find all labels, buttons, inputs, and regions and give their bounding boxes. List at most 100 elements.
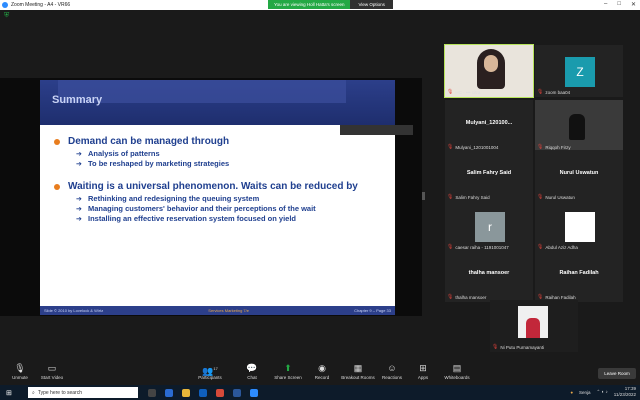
sub-bullet-text: Managing customers' behavior and their p… (88, 204, 316, 213)
viewing-text: You are viewing Holl Hatta's screen (268, 0, 351, 9)
microphone-muted-icon: 🎙 (14, 363, 26, 373)
chat-icon: 💬 (246, 363, 258, 373)
meeting-topbar (0, 10, 640, 22)
whiteboard-icon: ▤ (452, 363, 462, 373)
slide-sub-bullet: ➔ Analysis of patterns (76, 149, 384, 158)
record-button[interactable]: ◉ Record (302, 362, 342, 380)
slide-sub-bullet: ➔ Managing customers' behavior and their … (76, 204, 384, 213)
participant-tile[interactable]: Nurul Uswatun 🎙 Nurul Uswatun (535, 150, 623, 202)
participant-center-name: Salim Fahry Said (466, 170, 512, 176)
participant-tile[interactable]: Z 🎙 zoom baa04 (535, 45, 623, 97)
bullet-dot (54, 139, 60, 145)
bullet-text: Demand can be managed through (68, 136, 230, 147)
participant-video (477, 49, 505, 89)
minimize-button[interactable]: – (604, 1, 607, 8)
zoom-taskbar-icon[interactable] (250, 388, 258, 397)
participant-tile[interactable]: 🎙 Riqqoh Firzy (535, 100, 623, 152)
task-view-icon[interactable] (148, 388, 156, 397)
leave-room-button[interactable]: Leave Room (598, 368, 636, 379)
share-screen-icon: ⬆ (284, 363, 292, 373)
arrow-icon: ➔ (76, 150, 82, 158)
participant-avatar: r (475, 212, 505, 242)
participant-center-name: Nurul Uswatun (559, 170, 599, 176)
slide-bullet: Waiting is a universal phenomenon. Waits… (54, 181, 384, 192)
taskbar-search-input[interactable]: ⌕ Type here to search (28, 387, 138, 398)
arrow-icon: ➔ (76, 195, 82, 203)
viewing-banner: You are viewing Holl Hatta's screen View… (268, 0, 393, 9)
participants-button[interactable]: 👥17 Participants (190, 362, 230, 380)
search-placeholder: Type here to search (37, 389, 83, 396)
maximize-button[interactable]: □ (617, 1, 621, 8)
app-icon[interactable] (233, 388, 241, 397)
slide-footer-left: Slide © 2010 by Lovelock & Wirtz (44, 308, 104, 313)
bullet-text: Waiting is a universal phenomenon. Waits… (68, 181, 358, 192)
tray-icons[interactable]: ⌃ ◐ ♪ (597, 389, 608, 395)
start-video-label: Start Video (40, 375, 64, 380)
participant-tile[interactable]: 🎙 Ni Putu Purnamayanti (490, 300, 578, 352)
arrow-icon: ➔ (76, 160, 82, 168)
chat-button[interactable]: 💬 Chat (232, 362, 272, 380)
participant-tile[interactable]: Raihan Fadilah 🎙 Raihan Fadilah (535, 250, 623, 302)
breakout-rooms-icon: ▦ (353, 363, 363, 373)
clock-date: 11/23/2022 (613, 392, 636, 397)
file-explorer-icon[interactable] (182, 388, 190, 397)
participants-icon: 👥17 (202, 366, 218, 376)
chat-label: Chat (247, 375, 257, 380)
slide-title: Summary (52, 94, 103, 106)
start-video-button[interactable]: ▭ Start Video (32, 362, 72, 380)
participant-tile[interactable]: Salim Fahry Said 🎙 Salim Fahry Said (445, 150, 533, 202)
video-off-icon: ▭ (47, 363, 57, 373)
participant-tile[interactable]: 🎙 Abdul Aziz Adha (535, 200, 623, 252)
weather-label: Senja (579, 389, 591, 395)
apps-label: Apps (417, 375, 429, 380)
panel-splitter[interactable] (422, 192, 425, 200)
slide-bullet: Demand can be managed through (54, 136, 384, 147)
participant-tile[interactable]: 🎙 HC - ••• citra (444, 44, 534, 98)
participant-center-name: Raihan Fadilah (559, 270, 599, 276)
microphone-muted-icon: 🎙 (492, 344, 499, 350)
share-screen-label: Share Screen (274, 375, 302, 380)
whiteboards-label: Whiteboards (444, 375, 470, 380)
participant-center-name: thalha mansoer (468, 270, 510, 276)
participant-tile[interactable]: thalha mansoer 🎙 thalha mansoer (445, 250, 533, 302)
microphone-muted-icon: 🎙 (537, 89, 544, 95)
sub-bullet-text: Analysis of patterns (88, 149, 160, 158)
participant-video (569, 114, 585, 140)
weather-icon: ● (570, 389, 574, 395)
system-tray: ● Senja ⌃ ◐ ♪ 17:39 11/23/2022 (570, 386, 636, 398)
windows-taskbar: ⊞ ⌕ Type here to search ● Senja ⌃ ◐ ♪ 17:… (0, 385, 640, 400)
breakout-rooms-label: Breakout Rooms (341, 375, 375, 380)
floating-overlay (340, 125, 413, 135)
slide-footer-right: Chapter 9 – Page 33 (354, 308, 391, 313)
windows-start-icon[interactable]: ⊞ (6, 389, 18, 397)
shared-slide: Summary Demand can be managed through ➔ A… (40, 80, 395, 315)
slide-content: Demand can be managed through ➔ Analysis … (54, 136, 384, 224)
chrome-icon[interactable] (216, 388, 224, 397)
microphone-muted-icon: 🎙 (447, 89, 454, 95)
clock[interactable]: 17:39 11/23/2022 (614, 386, 636, 398)
whiteboards-button[interactable]: ▤ Whiteboards (437, 362, 477, 380)
sub-bullet-text: To be reshaped by marketing strategies (88, 159, 230, 168)
close-button[interactable]: ✕ (631, 1, 636, 8)
slide-footer: Slide © 2010 by Lovelock & Wirtz Service… (40, 306, 395, 315)
participant-tile[interactable]: Mulyani_120100... 🎙 Mulyani_1201001004 (445, 100, 533, 152)
security-shield-icon[interactable]: ⛨ (4, 12, 11, 20)
arrow-icon: ➔ (76, 215, 82, 223)
slide-sub-bullet: ➔ Installing an effective reservation sys… (76, 214, 384, 223)
record-icon: ◉ (318, 363, 326, 373)
slide-sub-bullet: ➔ To be reshaped by marketing strategies (76, 159, 384, 168)
microphone-muted-icon: 🎙 (447, 294, 454, 300)
window-title: Zoom Meeting - A4 - VR66 (11, 2, 71, 8)
search-icon: ⌕ (32, 389, 35, 396)
participant-tile[interactable]: r 🎙 caesar raiha - 1191001047 (445, 200, 533, 252)
participant-center-name: Mulyani_120100... (465, 120, 513, 126)
word-icon[interactable] (199, 388, 207, 397)
edge-icon[interactable] (165, 388, 173, 397)
bullet-dot (54, 184, 60, 190)
participants-label: Participants (198, 375, 222, 380)
view-options-button[interactable]: View Options (350, 0, 393, 9)
participant-avatar: Z (565, 57, 595, 87)
reactions-label: Reactions (381, 375, 402, 380)
slide-footer-mid: Services Marketing 7/e (208, 308, 249, 313)
record-label: Record (314, 375, 330, 380)
